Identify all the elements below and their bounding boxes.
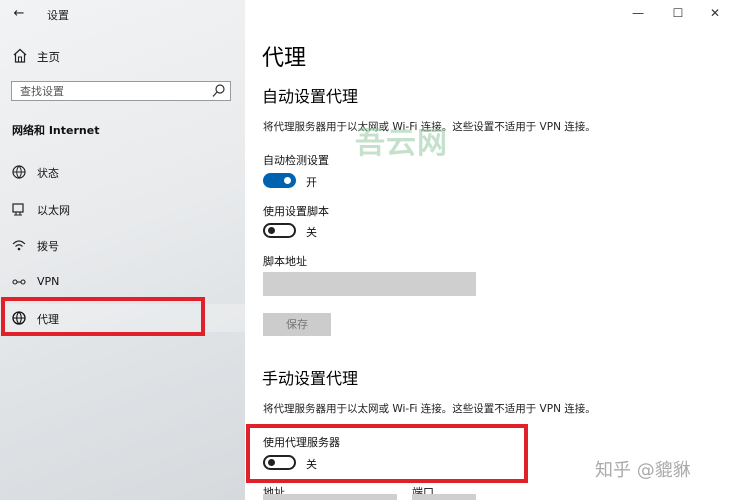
close-icon: ✕ — [709, 6, 721, 20]
sidebar-item-ethernet[interactable]: 以太网 — [0, 195, 245, 223]
sidebar-item-label: VPN — [37, 275, 60, 288]
nav-home-label: 主页 — [37, 50, 60, 64]
script-address-input[interactable] — [263, 272, 476, 296]
sidebar-item-vpn[interactable]: VPN — [0, 268, 245, 296]
home-icon — [13, 48, 27, 63]
proxy-address-input[interactable] — [263, 494, 397, 500]
script-address-label: 脚本地址 — [263, 255, 307, 268]
app-title: 设置 — [47, 9, 69, 22]
sidebar-item-label: 状态 — [37, 167, 59, 180]
auto-detect-state: 开 — [306, 176, 317, 189]
minimize-button[interactable]: — — [627, 3, 649, 23]
highlight-box-use-proxy — [246, 424, 528, 483]
toggle-knob — [268, 227, 275, 234]
section-heading: 网络和 Internet — [12, 124, 100, 137]
setup-script-toggle[interactable] — [263, 223, 296, 238]
manual-proxy-heading: 手动设置代理 — [262, 369, 359, 388]
setup-script-label: 使用设置脚本 — [263, 205, 329, 218]
back-button[interactable]: ← — [10, 5, 28, 23]
site-watermark: 吾云网 — [355, 126, 448, 161]
minimize-icon: — — [632, 6, 644, 20]
ethernet-icon — [12, 203, 24, 216]
maximize-icon: ☐ — [672, 6, 684, 20]
proxy-port-input[interactable] — [412, 494, 476, 500]
sidebar-item-status[interactable]: 状态 — [0, 158, 245, 186]
auto-detect-toggle[interactable] — [263, 173, 296, 188]
zhihu-watermark: 知乎 @貔貅 — [595, 460, 691, 481]
search-box[interactable] — [11, 81, 231, 101]
auto-detect-label: 自动检测设置 — [263, 154, 329, 167]
sidebar: ← 设置 主页 网络和 Internet 状态 以太网 — [0, 0, 245, 500]
main-panel: — ☐ ✕ 代理 自动设置代理 将代理服务器用于以太网或 Wi-Fi 连接。这些… — [245, 0, 730, 500]
close-button[interactable]: ✕ — [704, 3, 726, 23]
sidebar-item-label: 以太网 — [37, 204, 70, 217]
status-globe-icon — [12, 165, 26, 179]
maximize-button[interactable]: ☐ — [667, 3, 689, 23]
nav-home[interactable]: 主页 — [0, 46, 245, 68]
save-button[interactable]: 保存 — [263, 313, 331, 336]
dialup-icon — [12, 240, 26, 251]
back-arrow-icon: ← — [13, 6, 25, 21]
sidebar-item-label: 拨号 — [37, 240, 59, 253]
auto-proxy-heading: 自动设置代理 — [262, 87, 359, 106]
highlight-box-proxy — [1, 297, 205, 336]
manual-proxy-description: 将代理服务器用于以太网或 Wi-Fi 连接。这些设置不适用于 VPN 连接。 — [263, 403, 596, 415]
sidebar-item-dialup[interactable]: 拨号 — [0, 231, 245, 259]
setup-script-state: 关 — [306, 226, 317, 239]
title-bar: ← 设置 — [0, 0, 245, 28]
toggle-knob — [284, 177, 291, 184]
search-icon[interactable] — [212, 84, 225, 98]
vpn-icon — [12, 279, 26, 285]
page-title: 代理 — [262, 46, 307, 71]
search-input[interactable] — [20, 83, 210, 99]
